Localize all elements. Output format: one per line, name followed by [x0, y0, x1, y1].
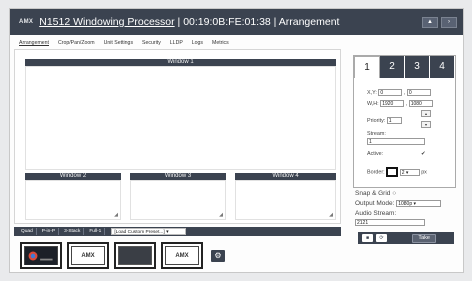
- border-color-swatch[interactable]: [386, 167, 399, 177]
- page-title: N1512 Windowing Processor | 00:19:0B:FE:…: [39, 16, 339, 28]
- xy-row: X,Y: 0 , 0: [367, 89, 431, 96]
- gear-icon[interactable]: ⚙: [211, 249, 225, 262]
- resize-handle-icon[interactable]: ◢: [329, 212, 333, 218]
- x-field[interactable]: 0: [378, 89, 403, 96]
- output-mode-value: 1080p: [398, 201, 413, 207]
- arrangement-canvas: Window 1 Window 2 ◢ Window 3 ◢ Window 4 …: [14, 49, 341, 224]
- xy-separator: ,: [403, 89, 406, 96]
- window-properties-panel: 1 2 3 4 X,Y: 0 , 0 W,H: 1920 , 1080 Prio…: [353, 55, 456, 188]
- preset-select[interactable]: [Load Custom Preset...] ▾: [111, 228, 187, 235]
- refresh-icon[interactable]: ⟳: [376, 234, 387, 242]
- window-4-titlebar[interactable]: Window 4: [235, 173, 336, 180]
- preset-value: [Load Custom Preset...]: [114, 230, 165, 235]
- height-field[interactable]: 1080: [408, 100, 433, 107]
- border-unit: px: [421, 169, 427, 176]
- width-field[interactable]: 1920: [380, 100, 405, 107]
- layout-full1-button[interactable]: Full-1: [86, 228, 106, 235]
- brand-logo: AMX: [19, 19, 34, 25]
- title-rest: | 00:19:0B:FE:01:38 | Arrangement: [174, 16, 340, 28]
- tab-window-2[interactable]: 2: [380, 56, 405, 78]
- priority-up-button[interactable]: ▴: [421, 110, 431, 117]
- border-label: Border:: [367, 169, 385, 176]
- source-thumbnail-2[interactable]: AMX: [67, 242, 109, 269]
- tab-window-4[interactable]: 4: [430, 56, 455, 78]
- border-width-value: 2: [401, 169, 405, 176]
- output-mode-select[interactable]: 1080p ▾: [396, 200, 442, 207]
- thumbnail-logo: AMX: [71, 246, 105, 265]
- stream-field[interactable]: 1: [367, 138, 425, 145]
- thumbnail-image: [24, 246, 58, 265]
- title-bar: AMX N1512 Windowing Processor | 00:19:0B…: [10, 9, 463, 35]
- stream-row: 1: [367, 138, 425, 145]
- window-2-titlebar[interactable]: Window 2: [25, 173, 121, 180]
- tab-window-3[interactable]: 3: [405, 56, 430, 78]
- snap-grid-row: Snap & Grid ○: [355, 190, 396, 197]
- window-1[interactable]: [25, 66, 336, 170]
- thumbnail-video: [118, 246, 152, 265]
- output-mode-row: Output Mode: 1080p ▾: [355, 200, 442, 208]
- action-bar: ■ ⟳ Take: [358, 232, 454, 244]
- scroll-up-button[interactable]: ▲: [422, 17, 438, 28]
- audio-stream-label: Audio Stream:: [355, 210, 397, 217]
- layout-quad-button[interactable]: Quad: [18, 228, 37, 235]
- audio-stream-field[interactable]: 2121: [355, 219, 425, 226]
- border-width-select[interactable]: 2 ▾: [399, 168, 420, 176]
- take-button[interactable]: Take: [412, 233, 436, 243]
- border-row: Border: 2 ▾ px: [367, 167, 427, 177]
- tab-window-1[interactable]: 1: [354, 56, 380, 78]
- priority-label: Priority:: [367, 117, 386, 124]
- priority-field[interactable]: 1: [386, 117, 402, 124]
- wh-row: W,H: 1920 , 1080: [367, 100, 433, 107]
- source-thumbnail-3[interactable]: [114, 242, 156, 269]
- chevron-down-icon: ▾: [166, 230, 169, 235]
- source-thumbnail-4[interactable]: AMX: [161, 242, 203, 269]
- wh-separator: ,: [405, 100, 408, 107]
- layout-pip-button[interactable]: P-in-P: [39, 228, 60, 235]
- active-checkbox[interactable]: ✔: [421, 151, 426, 157]
- thumbnail-logo: AMX: [165, 246, 199, 265]
- window-3-titlebar[interactable]: Window 3: [130, 173, 226, 180]
- stream-label: Stream:: [367, 131, 386, 137]
- window-1-titlebar[interactable]: Window 1: [25, 59, 336, 66]
- window-3[interactable]: ◢: [130, 180, 226, 220]
- chevron-down-icon: ▾: [413, 201, 417, 207]
- window-tabs: 1 2 3 4: [354, 56, 455, 78]
- save-icon[interactable]: ■: [362, 234, 373, 242]
- chevron-down-icon: ▾: [405, 169, 409, 176]
- snap-grid-toggle[interactable]: ○: [392, 190, 396, 197]
- wh-label: W,H:: [367, 100, 379, 107]
- priority-row: Priority: 1: [367, 117, 402, 124]
- audio-stream-row: 2121: [355, 219, 425, 226]
- source-thumbnails: AMX AMX ⚙: [20, 242, 225, 269]
- y-field[interactable]: 0: [406, 89, 431, 96]
- active-label: Active:: [367, 151, 384, 157]
- desktop-image-icon: [25, 246, 57, 265]
- window-2[interactable]: ◢: [25, 180, 121, 220]
- device-name-link[interactable]: N1512 Windowing Processor: [39, 16, 174, 28]
- window-4[interactable]: ◢: [235, 180, 336, 220]
- layout-3stack-button[interactable]: 3-Stack: [61, 228, 85, 235]
- next-button[interactable]: ›: [441, 17, 457, 28]
- output-mode-label: Output Mode:: [355, 200, 395, 208]
- source-thumbnail-1[interactable]: [20, 242, 62, 269]
- resize-handle-icon[interactable]: ◢: [114, 212, 118, 218]
- xy-label: X,Y:: [367, 89, 377, 96]
- resize-handle-icon[interactable]: ◢: [219, 212, 223, 218]
- layout-toolbar: Quad P-in-P 3-Stack Full-1 [Load Custom …: [14, 227, 341, 236]
- snap-grid-label: Snap & Grid: [355, 190, 391, 197]
- priority-down-button[interactable]: ▾: [421, 121, 431, 128]
